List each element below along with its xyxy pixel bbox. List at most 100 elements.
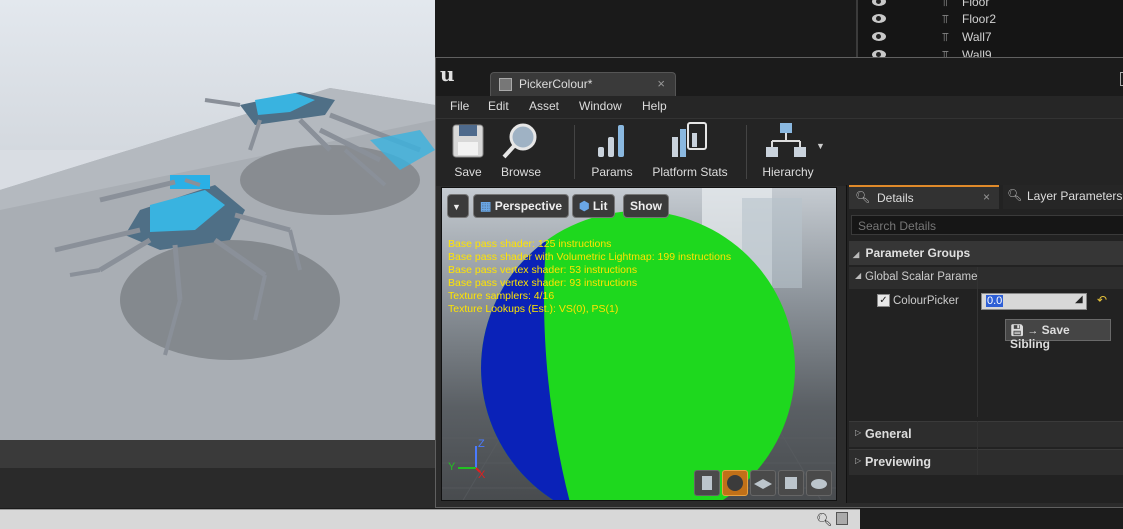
params-icon <box>598 125 624 157</box>
perspective-button[interactable]: ▦ Perspective <box>473 194 570 218</box>
colourpicker-row: ✓ ColourPicker 0.0 ◢ ↶ <box>849 293 1123 313</box>
details-search-input[interactable]: Search Details <box>851 215 1123 235</box>
menu-asset[interactable]: Asset <box>529 99 559 113</box>
platform-stats-button[interactable]: Platform Stats <box>648 119 732 181</box>
chevron-down-icon: ◢ <box>853 250 860 259</box>
eye-icon[interactable] <box>872 0 886 6</box>
outliner-row[interactable]: ⫪ Wall7 <box>858 30 1123 48</box>
chevron-right-icon: ▷ <box>855 428 862 437</box>
save-icon[interactable] <box>836 512 848 525</box>
chevron-down-icon[interactable]: ▼ <box>816 141 825 151</box>
eye-icon[interactable] <box>872 32 886 41</box>
lit-button[interactable]: ⬢ Lit <box>572 194 615 218</box>
preview-sphere-button[interactable] <box>722 470 748 496</box>
platform-stats-label: Platform Stats <box>652 165 728 179</box>
general-row[interactable]: ▷ General <box>849 421 1123 447</box>
outliner-item-label: Wall7 <box>962 30 992 44</box>
column-divider <box>977 267 978 417</box>
value-text: 0.0 <box>986 295 1004 307</box>
close-icon[interactable]: × <box>657 76 665 91</box>
outliner-item-label: Floor2 <box>962 12 997 26</box>
save-label: Save <box>454 165 482 179</box>
preview-cylinder-button[interactable] <box>694 470 720 496</box>
colourpicker-value-input[interactable]: 0.0 <box>981 293 1087 310</box>
material-preview-viewport[interactable]: ▼ ▦ Perspective ⬢ Lit Show Base pass sha… <box>441 187 837 501</box>
viewport-options-button[interactable]: ▼ <box>447 194 469 218</box>
eye-icon[interactable] <box>872 14 886 23</box>
show-label: Show <box>630 199 662 213</box>
reset-to-default-icon[interactable]: ↶ <box>1097 293 1107 307</box>
params-button[interactable]: Params <box>588 119 636 181</box>
chevron-down-icon: ◢ <box>855 271 862 280</box>
general-label: General <box>865 427 912 441</box>
status-bar-right <box>860 509 1123 529</box>
colourpicker-label: ColourPicker <box>893 295 959 307</box>
previewing-row[interactable]: ▷ Previewing <box>849 449 1123 475</box>
hierarchy-icon <box>766 123 806 157</box>
lit-icon: ⬢ <box>579 199 590 213</box>
menu-file[interactable]: File <box>450 99 469 113</box>
params-label: Params <box>591 165 633 179</box>
previewing-label: Previewing <box>865 455 931 469</box>
save-sibling-button[interactable]: 💾︎ → Save Sibling <box>1005 319 1111 351</box>
perspective-label: Perspective <box>494 199 563 213</box>
parameter-groups-header[interactable]: ◢ Parameter Groups <box>849 241 1123 265</box>
tab-layer-parameters[interactable]: 🔍︎ Layer Parameters <box>1003 185 1123 209</box>
stats-line: Base pass vertex shader: 53 instructions <box>448 264 638 276</box>
menu-edit[interactable]: Edit <box>488 99 509 113</box>
perspective-icon: ▦ <box>480 199 492 213</box>
chevron-down-icon: ▼ <box>452 202 461 212</box>
column-divider <box>977 421 978 475</box>
hierarchy-button[interactable]: Hierarchy <box>758 119 818 181</box>
preview-cube-button[interactable] <box>778 470 804 496</box>
toolbar-separator <box>746 125 747 179</box>
axis-z-label: Z <box>478 438 485 450</box>
world-outliner: ⫪ Floor ⫪ Floor2 ⫪ Wall7 ⫪ Wall9 <box>856 0 1123 58</box>
unreal-logo-icon: u <box>440 62 455 86</box>
slider-handle-icon[interactable]: ◢ <box>1075 294 1083 305</box>
tab-details-label: Details <box>877 191 914 205</box>
magnifier-icon <box>502 123 537 159</box>
global-scalar-label: Global Scalar Parame <box>865 271 977 283</box>
save-icon: 💾︎ <box>1010 325 1024 337</box>
cylinder-icon <box>702 476 712 490</box>
save-button[interactable]: Save <box>446 119 490 181</box>
close-icon[interactable]: × <box>983 190 990 204</box>
toolbar-separator <box>574 125 575 179</box>
teapot-icon <box>811 479 827 489</box>
menu-window[interactable]: Window <box>579 99 622 113</box>
stats-line: Texture samplers: 4/16 <box>448 290 555 302</box>
preview-mesh-button[interactable] <box>806 470 832 496</box>
status-bar <box>0 509 860 529</box>
toolbar: Save Browse Params Platform Stats Hierar… <box>436 118 1123 186</box>
level-viewport[interactable] <box>0 0 435 440</box>
plane-icon <box>754 479 772 489</box>
arrow-right-icon: → <box>1027 325 1039 337</box>
hierarchy-label: Hierarchy <box>762 165 814 179</box>
viewport-bottom-bar <box>0 440 435 468</box>
axis-gizmo: Z Y X <box>448 438 488 481</box>
global-scalar-row[interactable]: ◢ Global Scalar Parame <box>849 267 1123 289</box>
preview-plane-button[interactable] <box>750 470 776 496</box>
browse-label: Browse <box>500 165 541 179</box>
outliner-row[interactable]: ⫪ Floor2 <box>858 12 1123 30</box>
tab-layer-label: Layer Parameters <box>1027 189 1123 203</box>
cube-icon <box>785 477 797 489</box>
tab-details[interactable]: 🔍︎ Details × <box>849 185 999 209</box>
colourpicker-checkbox[interactable]: ✓ <box>877 294 890 307</box>
show-button[interactable]: Show <box>623 194 669 218</box>
sphere-icon <box>727 475 743 491</box>
stats-line: Base pass shader with Volumetric Lightma… <box>448 251 732 263</box>
content-area <box>0 468 435 508</box>
level-scene <box>0 88 435 440</box>
tab-label: PickerColour* <box>519 77 593 91</box>
material-instance-icon <box>499 78 512 91</box>
save-icon <box>452 124 484 158</box>
browse-button[interactable]: Browse <box>498 119 544 181</box>
search-icon[interactable]: 🔍︎ <box>816 512 833 528</box>
search-placeholder: Search Details <box>858 219 937 233</box>
menu-help[interactable]: Help <box>642 99 667 113</box>
stats-line: Texture Lookups (Est.): VS(0), PS(1) <box>448 303 619 315</box>
title-bar[interactable]: u PickerColour* × <box>436 58 1123 96</box>
tab-pickercolour[interactable]: PickerColour* × <box>490 72 676 96</box>
